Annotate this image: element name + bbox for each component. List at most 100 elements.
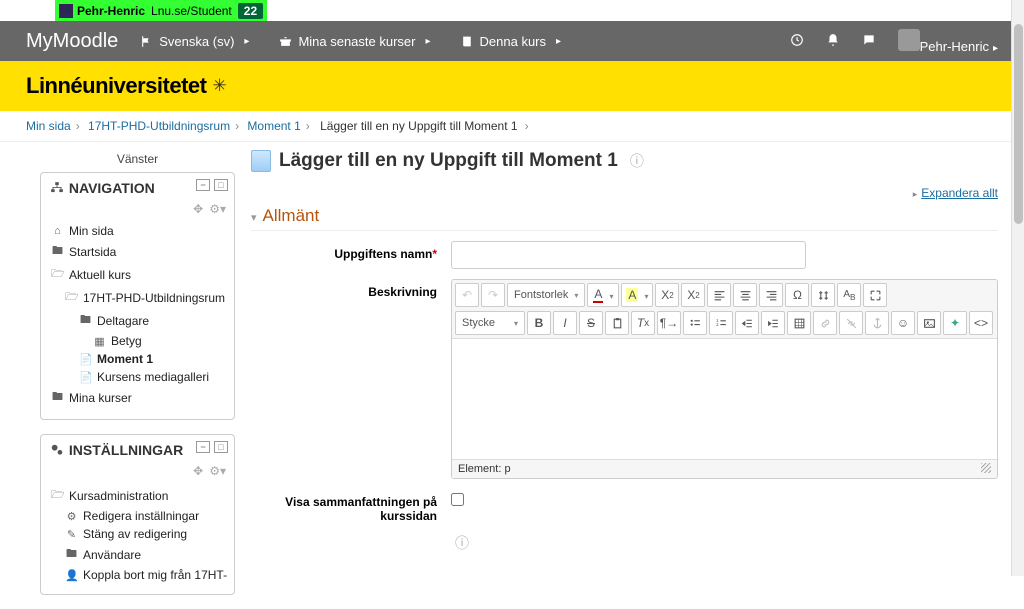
assignment-name-input[interactable] [451,241,806,269]
menu-language[interactable]: Svenska (sv) [140,34,249,49]
bell-icon[interactable] [826,33,840,50]
tree-item[interactable]: ✎Stäng av redigering [47,525,228,543]
nav-block-title: NAVIGATION [69,180,155,196]
emoji-button[interactable]: ☺ [891,311,915,335]
bg-color-button[interactable]: A [621,283,653,307]
resize-handle[interactable] [981,463,991,473]
brand[interactable]: MyMoodle [26,30,118,53]
number-list-button[interactable]: 12 [709,311,733,335]
align-right-button[interactable] [759,283,783,307]
topnav: MyMoodle Svenska (sv) Mina senaste kurse… [0,21,1024,61]
text-color-button[interactable]: A [587,283,619,307]
fullscreen-button[interactable] [863,283,887,307]
tree-item[interactable]: 🖿Startsida [47,240,228,263]
menu-this-course[interactable]: Denna kurs [461,34,562,49]
tree-item[interactable]: ⌂Min sida [47,222,228,240]
show-summary-checkbox[interactable] [451,493,464,506]
tree-item[interactable]: ⚙Redigera inställningar [47,507,228,525]
move-icon[interactable]: ✥ [193,202,203,216]
tree-item[interactable]: 📄Moment 1 [47,350,228,368]
menu-recent-courses[interactable]: Mina senaste kurser [279,34,430,49]
tree-item[interactable]: 📄Kursens mediagalleri [47,368,228,386]
outdent-button[interactable] [735,311,759,335]
folder-icon: 🖿 [79,311,92,330]
paragraph-select[interactable]: Stycke [455,311,525,335]
flag-icon [140,35,153,48]
replace-button[interactable]: AB [837,283,861,307]
section-general[interactable]: Allmänt [251,206,998,231]
collapse-icon[interactable]: − [196,179,210,191]
crumb-0[interactable]: Min sida [26,119,71,133]
tree-item[interactable]: 🗁17HT-PHD-Utbildningsrum [47,286,228,309]
dock-icon[interactable]: □ [214,441,228,453]
folder-open-icon: 🗁 [51,486,64,505]
image-button[interactable] [917,311,941,335]
gear-icon: ⚙ [65,510,78,523]
tree-item[interactable]: ▦Betyg [47,332,228,350]
dock-icon[interactable]: □ [214,179,228,191]
gears-icon [49,443,65,457]
sitemap-icon [49,181,65,195]
user-icon [59,4,73,18]
clear-format-button[interactable]: Tx [631,311,655,335]
subscript-button[interactable]: X2 [655,283,679,307]
uni-logo[interactable]: Linnéuniversitetet [26,73,206,99]
undo-button[interactable]: ↶ [455,283,479,307]
tree-item[interactable]: 👤Koppla bort mig från 17HT- [47,566,228,584]
session-count-badge: 22 [238,3,263,19]
expand-all[interactable]: Expandera allt [251,186,998,200]
specialchar-button[interactable]: Ω [785,283,809,307]
move-icon[interactable]: ✥ [193,464,203,478]
tree-item[interactable]: 🗁Kursadministration [47,484,228,507]
folder-icon: 🖿 [51,388,64,407]
crumb-2[interactable]: Moment 1 [247,119,300,133]
bold-button[interactable]: B [527,311,551,335]
superscript-button[interactable]: X2 [681,283,705,307]
paste-button[interactable] [605,311,629,335]
description-editor: ↶ ↷ Fontstorlek A A X2 X2 Ω AB [451,279,998,479]
tree-item[interactable]: 🖿Deltagare [47,309,228,332]
tree-item[interactable]: 🗁Aktuell kurs [47,263,228,286]
find-button[interactable] [811,283,835,307]
home-icon: ⌂ [51,225,64,237]
align-left-button[interactable] [707,283,731,307]
scrollbar[interactable] [1011,0,1024,576]
tree-item[interactable]: 🖿Användare [47,543,228,566]
media-button[interactable]: ✦ [943,311,967,335]
tree-item[interactable]: 🖿Mina kurser [47,386,228,409]
align-center-button[interactable] [733,283,757,307]
link-button[interactable] [813,311,837,335]
unlink-button[interactable] [839,311,863,335]
pencil-icon: ✎ [65,528,78,541]
label-assignment-name: Uppgiftens namn [334,247,432,261]
help-icon[interactable]: ⓘ [455,535,469,551]
indent-button[interactable] [761,311,785,335]
tree-icon: ✳ [212,76,226,96]
gear-icon[interactable]: ⚙▾ [209,464,226,478]
table-button[interactable] [787,311,811,335]
fontsize-select[interactable]: Fontstorlek [507,283,585,307]
settings-block: INSTÄLLNINGAR −□ ✥ ⚙▾ 🗁Kursadministration… [40,434,235,595]
editor-content[interactable] [452,339,997,459]
help-icon[interactable]: ⓘ [630,151,644,171]
folder-open-icon: 🗁 [65,288,78,307]
collapse-icon[interactable]: − [196,441,210,453]
bullet-list-button[interactable] [683,311,707,335]
navigation-block: NAVIGATION −□ ✥ ⚙▾ ⌂Min sida🖿Startsida🗁Ak… [40,172,235,420]
scroll-thumb[interactable] [1014,24,1023,224]
file-icon: 📄 [79,371,92,384]
strike-button[interactable]: S [579,311,603,335]
crumb-1[interactable]: 17HT-PHD-Utbildningsrum [88,119,230,133]
settings-block-title: INSTÄLLNINGAR [69,442,183,458]
chat-icon[interactable] [862,33,876,50]
html-button[interactable]: <> [969,311,993,335]
ltr-button[interactable]: ¶→ [657,311,681,335]
redo-button[interactable]: ↷ [481,283,505,307]
folder-icon: 🖿 [51,242,64,261]
italic-button[interactable]: I [553,311,577,335]
gear-icon[interactable]: ⚙▾ [209,202,226,216]
anchor-button[interactable] [865,311,889,335]
book-icon [461,35,474,48]
clock-icon[interactable] [790,33,804,50]
user-menu[interactable]: Pehr-Henric [898,29,998,54]
